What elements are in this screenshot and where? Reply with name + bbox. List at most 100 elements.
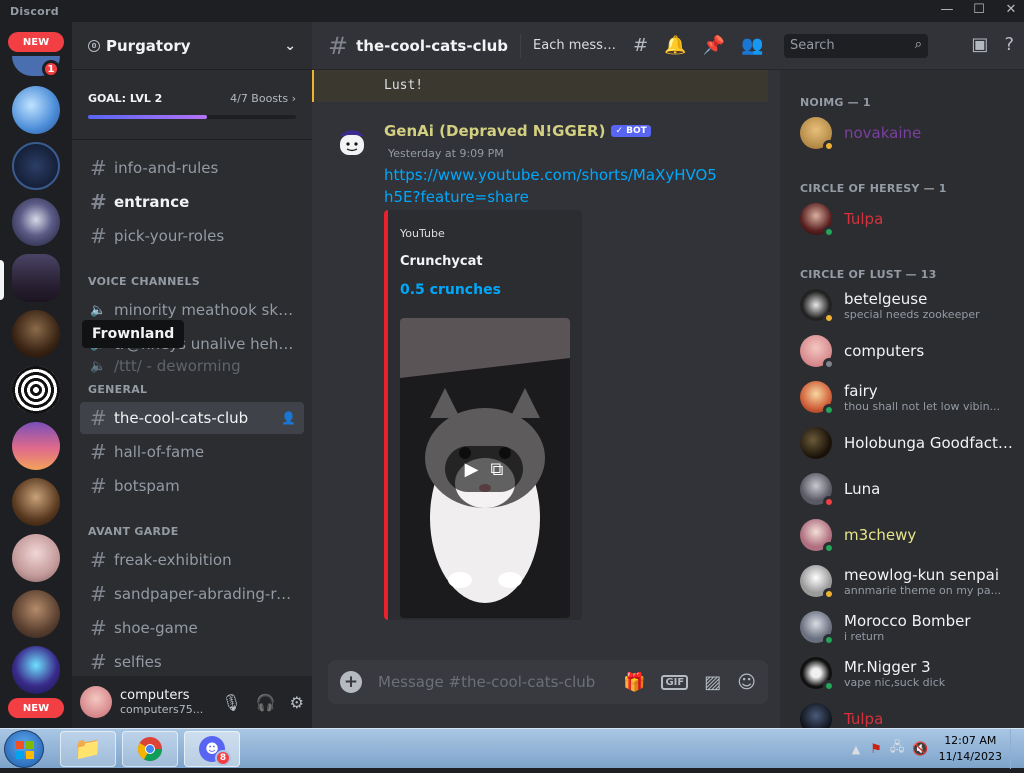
channel-freak-exhibition[interactable]: # freak-exhibition — [80, 544, 304, 576]
system-tray: ▲ ⚑ 🖧 🔇 12:07 AM 11/14/2023 — [852, 729, 1024, 769]
video-thumbnail[interactable]: ▶ ⧉ — [400, 318, 570, 618]
avatar — [800, 427, 832, 459]
channel-sandpaper[interactable]: # sandpaper-abrading-roo... — [80, 578, 304, 610]
server-icon-frownland[interactable] — [12, 310, 60, 358]
tray-expand-icon[interactable]: ▲ — [852, 743, 860, 756]
show-desktop-button[interactable] — [1010, 729, 1024, 769]
channel-sidebar: 0 Purgatory ⌄ GOAL: LVL 2 4/7 Boosts › #… — [72, 22, 312, 728]
threads-icon[interactable]: # — [633, 35, 648, 56]
invite-icon[interactable]: 👤 — [281, 411, 296, 425]
speaker-icon: 🔈 — [90, 358, 107, 374]
message-composer[interactable]: + Message #the-cool-cats-club 🎁 GIF ▨ ☺ — [328, 660, 768, 704]
server-icon-purgatory[interactable] — [12, 254, 60, 302]
server-icon-circus[interactable] — [12, 478, 60, 526]
member-row[interactable]: meowlog-kun senpai annmarie theme on my p… — [800, 560, 1016, 602]
network-icon[interactable]: 🖧 — [890, 738, 905, 760]
category-general[interactable]: GENERAL — [88, 383, 147, 396]
member-row[interactable]: m3chewy — [800, 514, 1016, 556]
channel-title: the-cool-cats-club — [356, 36, 509, 55]
headphones-icon[interactable]: 🎧 — [256, 693, 276, 712]
member-row[interactable]: Tulpa — [800, 698, 1016, 728]
search-input[interactable]: Search ⌕ — [784, 34, 928, 58]
member-row[interactable]: computers — [800, 330, 1016, 372]
channel-shoe-game[interactable]: # shoe-game — [80, 612, 304, 644]
server-icon-city[interactable] — [12, 422, 60, 470]
close-button[interactable]: ✕ — [1004, 2, 1018, 17]
clock[interactable]: 12:07 AM 11/14/2023 — [939, 733, 1002, 765]
server-icon-spiral[interactable] — [12, 366, 60, 414]
minimize-button[interactable]: — — [940, 2, 954, 17]
category-avant-garde[interactable]: AVANT GARDE — [88, 525, 179, 538]
server-icon-ghost[interactable] — [12, 198, 60, 246]
emoji-icon[interactable]: ☺ — [737, 672, 756, 693]
header-divider — [520, 33, 522, 58]
help-icon[interactable]: ? — [1004, 34, 1014, 55]
member-name: Tulpa — [844, 710, 884, 728]
category-voice-channels[interactable]: VOICE CHANNELS — [88, 275, 200, 288]
channel-label: freak-exhibition — [114, 551, 232, 569]
embed-subtitle[interactable]: 0.5 crunches — [400, 282, 501, 298]
window-titlebar: Discord — ☐ ✕ — [0, 0, 1024, 22]
pin-icon[interactable]: 📌 — [703, 35, 725, 56]
channel-label: selfies — [114, 653, 162, 671]
members-icon[interactable]: 👥 — [741, 35, 763, 56]
status-offline-icon — [823, 358, 835, 370]
server-icon-anime[interactable] — [12, 86, 60, 134]
member-row[interactable]: Mr.Nigger 3 vape nic,suck dick — [800, 652, 1016, 694]
member-name: m3chewy — [844, 526, 917, 544]
channel-entrance[interactable]: # entrance — [80, 186, 304, 218]
server-icon-blockchain[interactable] — [12, 142, 60, 190]
member-row[interactable]: Luna — [800, 468, 1016, 510]
maximize-button[interactable]: ☐ — [972, 2, 986, 17]
member-row[interactable]: betelgeuse special needs zookeeper — [800, 284, 1016, 326]
message-input[interactable]: Message #the-cool-cats-club — [378, 673, 595, 691]
avatar — [800, 565, 835, 600]
external-link-icon[interactable]: ⧉ — [490, 459, 503, 480]
sticker-icon[interactable]: ▨ — [704, 672, 721, 693]
server-icon-popart[interactable] — [12, 646, 60, 694]
start-button[interactable] — [4, 730, 44, 768]
author-name[interactable]: GenAi (Depraved N!GGER) — [384, 122, 605, 140]
server-header[interactable]: 0 Purgatory ⌄ — [72, 22, 312, 70]
bell-icon[interactable]: 🔔 — [664, 35, 686, 56]
member-row[interactable]: fairy thou shall not let low vibin... — [800, 376, 1016, 418]
server-icon-group[interactable] — [12, 590, 60, 638]
message-link[interactable]: https://www.youtube.com/shorts/MaXyHVO5h… — [384, 164, 724, 208]
new-badge-top[interactable]: NEW — [8, 32, 64, 52]
gift-icon[interactable]: 🎁 — [623, 672, 645, 693]
gif-button[interactable]: GIF — [661, 674, 689, 690]
volume-muted-icon[interactable]: 🔇 — [912, 742, 928, 757]
action-center-icon[interactable]: ⚑ — [870, 742, 882, 757]
avatar[interactable] — [80, 686, 112, 718]
voice-channel-3[interactable]: 🔈 /ttt/ - deworming — [80, 350, 304, 382]
channel-selfies[interactable]: # selfies — [80, 646, 304, 678]
boost-goal[interactable]: GOAL: LVL 2 4/7 Boosts › — [72, 70, 312, 140]
inbox-icon[interactable]: ▣ — [971, 34, 988, 55]
add-attachment-icon[interactable]: + — [340, 671, 362, 693]
member-row[interactable]: Morocco Bomber i return — [800, 606, 1016, 648]
gear-icon[interactable]: ⚙ — [290, 693, 304, 712]
member-row[interactable]: Tulpa — [800, 198, 1016, 240]
taskbar-chrome[interactable] — [122, 731, 178, 767]
channel-pick-your-roles[interactable]: # pick-your-roles — [80, 220, 304, 252]
play-button[interactable]: ▶ ⧉ — [445, 446, 523, 492]
bot-avatar-icon — [332, 122, 372, 162]
channel-info-and-rules[interactable]: # info-and-rules — [80, 152, 304, 184]
member-row[interactable]: novakaine — [800, 112, 1016, 154]
message-avatar[interactable] — [332, 122, 372, 162]
channel-hall-of-fame[interactable]: # hall-of-fame — [80, 436, 304, 468]
app-title: Discord — [10, 4, 59, 18]
embed-provider: YouTube — [400, 227, 445, 240]
taskbar-explorer[interactable]: 📁 — [60, 731, 116, 767]
server-name: Purgatory — [106, 36, 191, 55]
embed-title[interactable]: Crunchycat — [400, 254, 483, 269]
taskbar-discord[interactable]: ☻ 8 — [184, 731, 240, 767]
server-icon-pig[interactable] — [12, 534, 60, 582]
channel-botspam[interactable]: # botspam — [80, 470, 304, 502]
channel-the-cool-cats-club[interactable]: # the-cool-cats-club 👤 — [80, 402, 304, 434]
member-row[interactable]: Holobunga Goodfacts... — [800, 422, 1016, 464]
new-badge-bottom[interactable]: NEW — [8, 698, 64, 718]
microphone-icon[interactable]: 🎙 — [221, 693, 241, 712]
hash-icon: # — [90, 224, 107, 248]
channel-topic[interactable]: Each message... — [533, 38, 623, 53]
